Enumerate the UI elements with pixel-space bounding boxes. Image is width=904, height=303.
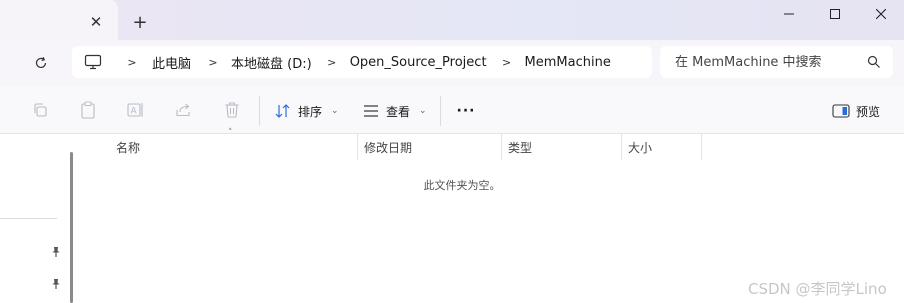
sort-icon: [275, 104, 290, 118]
search-input[interactable]: [675, 54, 855, 70]
preview-label: 预览: [856, 104, 881, 119]
sort-label: 排序: [298, 104, 323, 119]
share-icon[interactable]: [174, 100, 194, 120]
delete-icon[interactable]: [222, 100, 242, 120]
paste-icon[interactable]: [78, 100, 98, 120]
maximize-icon: [830, 9, 840, 19]
rename-icon[interactable]: A: [126, 100, 146, 120]
refresh-icon: [35, 56, 47, 69]
close-window-button[interactable]: [858, 0, 904, 28]
breadcrumb-local-disk-d[interactable]: 本地磁盘 (D:): [227, 53, 316, 72]
nav-pane-divider: [0, 218, 57, 219]
view-icon: [364, 105, 378, 117]
preview-pane-button[interactable]: 预览: [832, 98, 880, 124]
breadcrumb-memmachine[interactable]: MemMachine: [521, 55, 615, 70]
pin-icon[interactable]: [48, 244, 64, 260]
column-header-date-modified[interactable]: 修改日期: [356, 134, 502, 160]
breadcrumb-this-pc[interactable]: 此电脑: [148, 53, 195, 72]
empty-folder-message: 此文件夹为空。: [423, 179, 501, 192]
refresh-button[interactable]: [28, 50, 54, 76]
view-label: 查看: [386, 104, 411, 119]
column-header-size[interactable]: 大小: [620, 134, 702, 160]
copy-icon[interactable]: [30, 100, 50, 120]
this-pc-icon[interactable]: [84, 53, 102, 71]
view-button[interactable]: 查看 ⌄: [362, 98, 427, 124]
column-header-name[interactable]: 名称: [108, 134, 358, 160]
column-divider[interactable]: [701, 134, 702, 160]
breadcrumb-chevron-icon[interactable]: >: [320, 56, 344, 69]
search-icon[interactable]: [867, 55, 881, 69]
column-header-type[interactable]: 类型: [500, 134, 622, 160]
minimize-button[interactable]: [766, 0, 812, 28]
breadcrumb-open-source-project[interactable]: Open_Source_Project: [346, 55, 491, 70]
breadcrumb-chevron-icon[interactable]: >: [201, 56, 225, 69]
pin-icon[interactable]: [48, 276, 64, 292]
svg-text:A: A: [131, 107, 138, 117]
active-tab[interactable]: ✕: [0, 0, 118, 40]
close-window-icon: [876, 9, 886, 19]
toolbar-divider: [259, 96, 260, 126]
address-bar[interactable]: > 此电脑 > 本地磁盘 (D:) > Open_Source_Project …: [72, 46, 652, 78]
chevron-down-icon: ⌄: [419, 106, 427, 116]
chevron-down-icon: ⌄: [331, 106, 339, 116]
new-tab-button[interactable]: +: [128, 10, 152, 34]
more-options-button[interactable]: ···: [452, 98, 480, 124]
toolbar-divider: [440, 96, 441, 126]
watermark: CSDN @李同学Lino: [748, 280, 887, 298]
nav-pane-scrollbar[interactable]: [70, 152, 73, 303]
search-box[interactable]: [660, 46, 893, 78]
preview-pane-icon: [832, 104, 850, 118]
maximize-button[interactable]: [812, 0, 858, 28]
sort-button[interactable]: 排序 ⌄: [274, 98, 339, 124]
minimize-icon: [784, 13, 794, 15]
close-tab-icon[interactable]: ✕: [84, 10, 108, 34]
breadcrumb-chevron-icon[interactable]: >: [120, 56, 144, 69]
breadcrumb-chevron-icon[interactable]: >: [495, 56, 519, 69]
